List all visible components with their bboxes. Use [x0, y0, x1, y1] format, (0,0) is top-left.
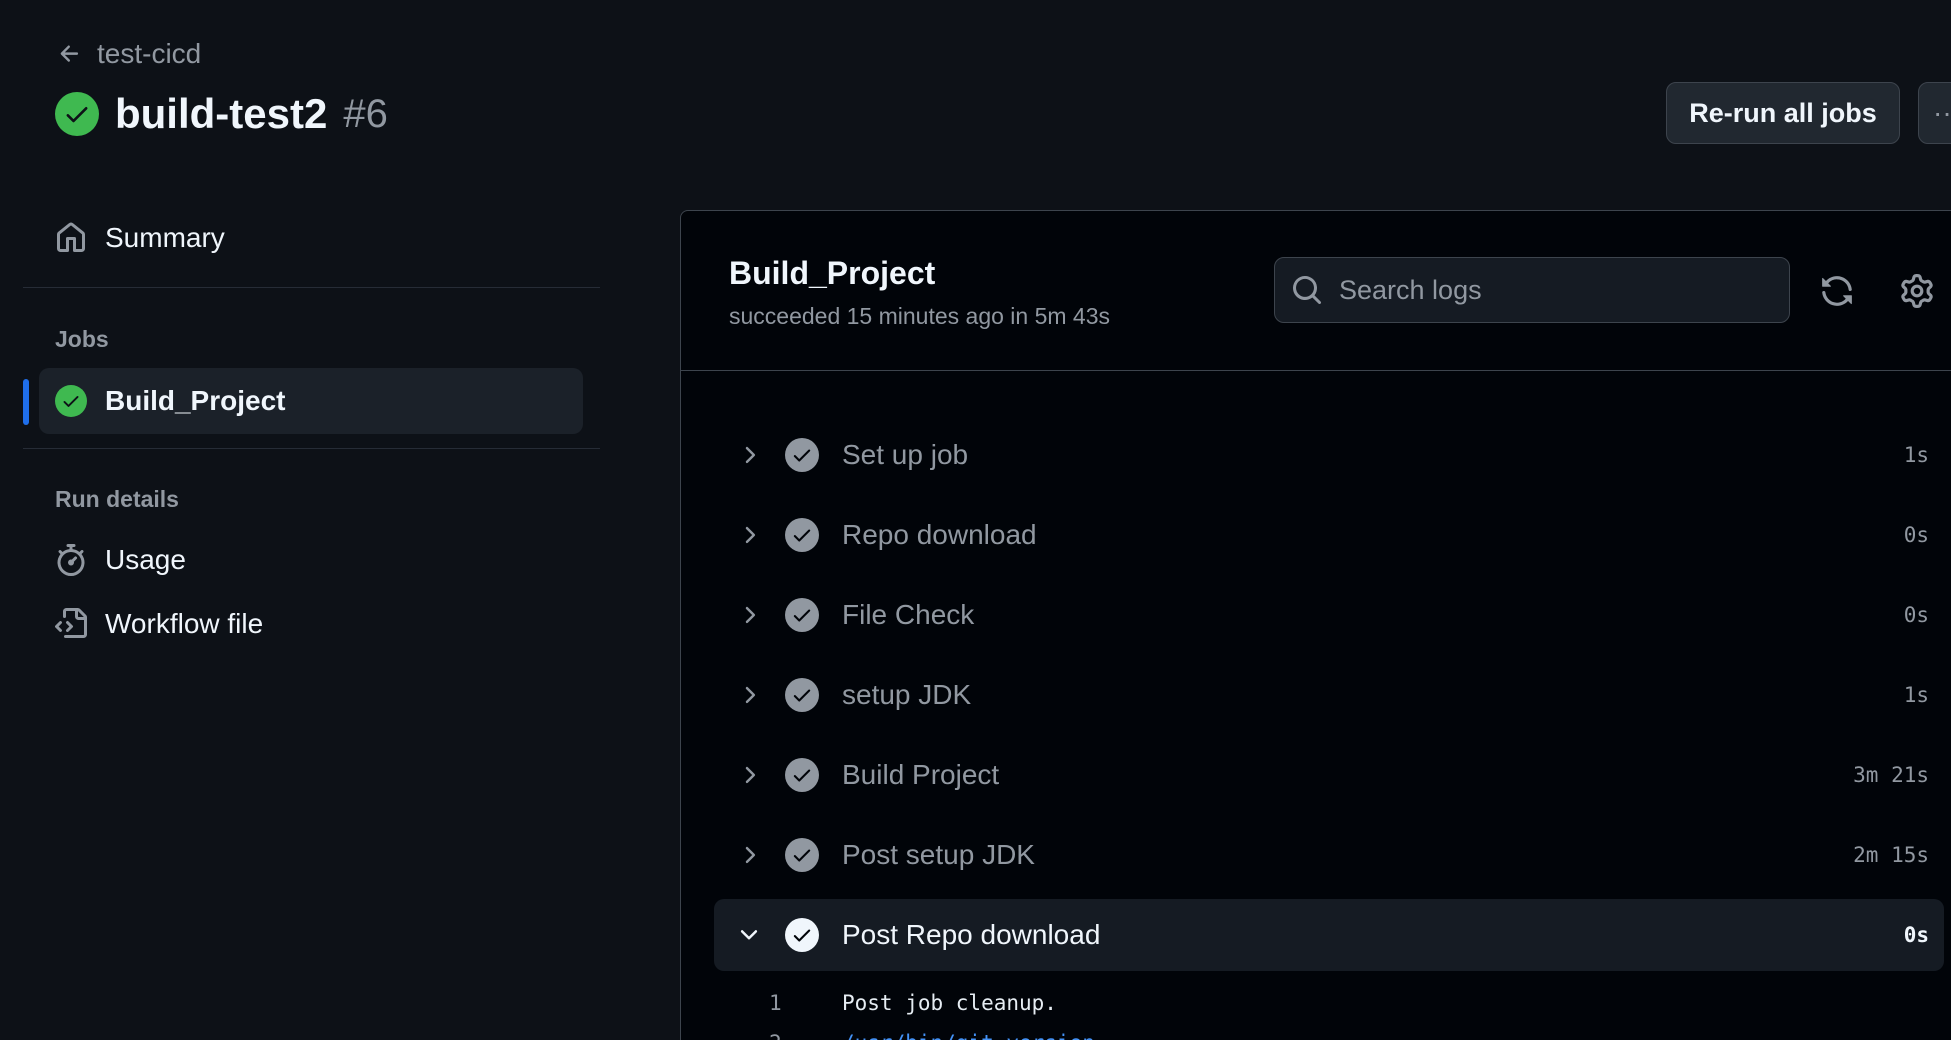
step-name: Set up job	[842, 439, 969, 470]
stopwatch-icon	[57, 544, 85, 576]
step-duration: 3m 21s	[1853, 763, 1929, 787]
step-row[interactable]: Post Repo download 0s	[714, 899, 1944, 971]
job-status-text: succeeded 15 minutes ago in 5m 43s	[729, 303, 1111, 329]
run-number: #6	[343, 91, 388, 136]
log-text: Post job cleanup.	[842, 991, 1057, 1015]
step-row[interactable]: File Check 0s	[714, 579, 1944, 651]
step-name: Post setup JDK	[842, 839, 1035, 870]
sidebar-item-label: Usage	[105, 544, 186, 575]
step-name: setup JDK	[842, 679, 972, 710]
step-success-icon	[785, 438, 819, 472]
success-check-icon	[55, 385, 87, 417]
chevron-right-icon[interactable]	[736, 522, 762, 548]
step-row[interactable]: Build Project 3m 21s	[714, 739, 1944, 811]
workflow-name: build-test2	[115, 90, 328, 137]
chevron-right-icon[interactable]	[736, 682, 762, 708]
step-name: Repo download	[842, 519, 1037, 550]
chevron-right-icon[interactable]	[736, 842, 762, 868]
arrow-left-icon	[60, 45, 79, 62]
step-name: File Check	[842, 599, 975, 630]
gear-icon	[1901, 274, 1933, 308]
step-success-icon	[785, 918, 819, 952]
sidebar-item-build-project[interactable]: Build_Project	[23, 368, 583, 434]
success-check-icon	[55, 92, 99, 136]
step-success-icon	[785, 758, 819, 792]
step-row[interactable]: setup JDK 1s	[714, 659, 1944, 731]
back-link[interactable]: test-cicd	[57, 38, 201, 70]
settings-button[interactable]	[1897, 271, 1937, 311]
sidebar-item-label: Build_Project	[105, 385, 286, 416]
step-name: Build Project	[842, 759, 1000, 790]
step-name: Post Repo download	[842, 919, 1101, 950]
job-header: Build_Project succeeded 15 minutes ago i…	[681, 211, 1951, 371]
step-row[interactable]: Post setup JDK 2m 15s	[714, 819, 1944, 891]
step-duration: 1s	[1903, 443, 1929, 467]
step-row[interactable]: Repo download 0s	[714, 499, 1944, 571]
workflow-run-page: test-cicd build-test2 #6 Re-run all jobs…	[0, 0, 1951, 1040]
home-icon	[57, 222, 85, 252]
run-details-heading: Run details	[55, 486, 179, 512]
step-duration: 0s	[1903, 603, 1929, 627]
search-icon	[1293, 276, 1322, 305]
sync-icon	[1822, 276, 1852, 306]
sidebar-item-summary[interactable]: Summary	[55, 222, 225, 254]
line-number[interactable]: 1	[769, 991, 782, 1015]
sidebar-item-label: Workflow file	[105, 608, 264, 639]
jobs-heading: Jobs	[55, 326, 109, 352]
step-duration: 2m 15s	[1853, 843, 1929, 867]
step-success-icon	[785, 678, 819, 712]
back-link-label[interactable]: test-cicd	[97, 38, 201, 70]
sidebar-item-label: Summary	[105, 222, 225, 253]
refresh-button[interactable]	[1817, 271, 1857, 311]
chevron-right-icon[interactable]	[736, 602, 762, 628]
step-duration: 0s	[1903, 523, 1929, 547]
log-line: 2/usr/bin/git version	[681, 1023, 1911, 1040]
step-success-icon	[785, 518, 819, 552]
search-logs-field[interactable]	[1274, 257, 1790, 323]
search-logs-input[interactable]	[1339, 274, 1759, 306]
sidebar-divider	[23, 448, 600, 449]
line-number[interactable]: 2	[769, 1031, 782, 1040]
step-duration: 1s	[1903, 683, 1929, 707]
page-title: build-test2 #6	[55, 90, 388, 138]
sidebar-item-usage[interactable]: Usage	[55, 544, 186, 576]
log-line: 1 Post job cleanup.	[681, 983, 1911, 1023]
sidebar-divider	[23, 287, 600, 288]
more-options-button[interactable]: ··	[1918, 82, 1951, 144]
chevron-down-icon[interactable]	[736, 922, 762, 948]
step-success-icon	[785, 598, 819, 632]
step-row[interactable]: Set up job 1s	[714, 419, 1944, 491]
step-duration: 0s	[1903, 923, 1929, 947]
step-success-icon	[785, 838, 819, 872]
chevron-right-icon[interactable]	[736, 442, 762, 468]
job-title: Build_Project	[729, 255, 936, 291]
active-indicator	[23, 379, 29, 425]
file-code-icon	[55, 608, 87, 638]
log-text: /usr/bin/git version	[842, 1031, 1095, 1040]
chevron-right-icon[interactable]	[736, 762, 762, 788]
job-log-panel: Build_Project succeeded 15 minutes ago i…	[680, 210, 1951, 1040]
sidebar-item-workflow-file[interactable]: Workflow file	[55, 608, 263, 640]
rerun-all-jobs-button[interactable]: Re-run all jobs	[1666, 82, 1900, 144]
